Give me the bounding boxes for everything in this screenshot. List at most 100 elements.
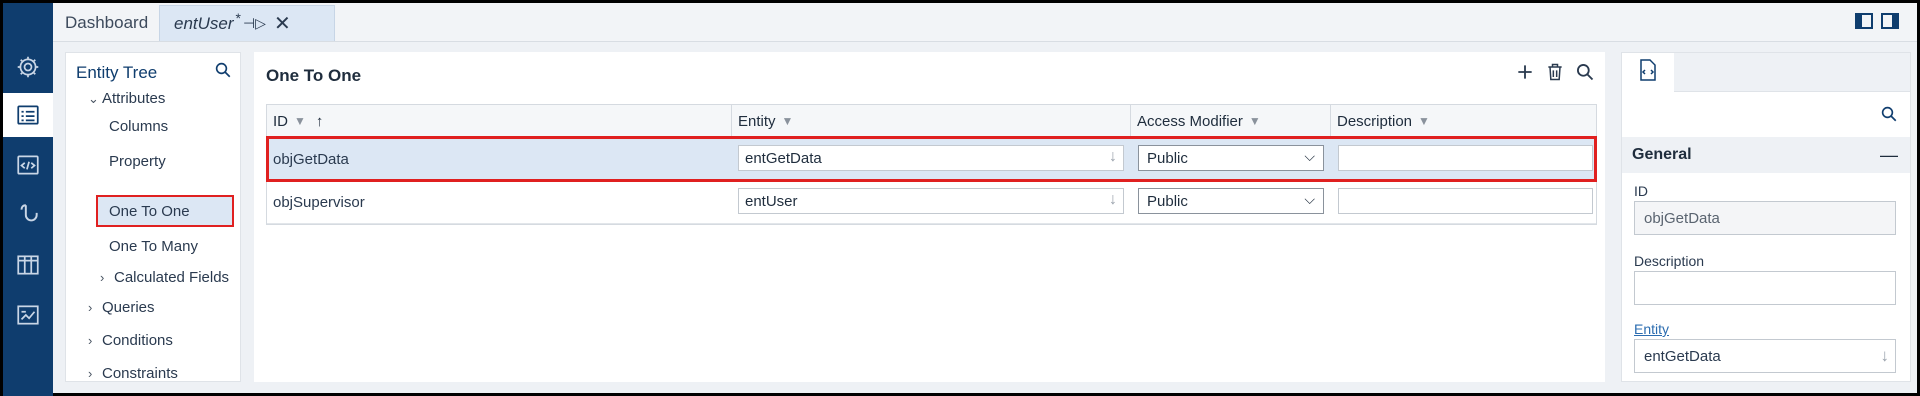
table-icon[interactable] — [3, 243, 53, 287]
chevron-right-icon[interactable]: › — [88, 366, 102, 381]
tree-node-one-to-one[interactable]: One To One — [109, 203, 190, 220]
tree-node-label: Queries — [102, 299, 155, 316]
left-panel-toggle-icon[interactable] — [1855, 13, 1873, 29]
chevron-down-icon: ⌵ — [1304, 148, 1315, 164]
entity-field-value: entUser — [745, 192, 798, 210]
tree-node-label: Attributes — [102, 90, 166, 107]
properties-tab-bar — [1674, 53, 1910, 92]
left-rail — [3, 3, 53, 396]
column-header-entity[interactable]: Entity ▼ — [732, 105, 1131, 137]
column-header-label: Access Modifier — [1137, 112, 1243, 130]
tab-entity-label: entUser — [174, 13, 234, 33]
description-field[interactable] — [1338, 188, 1593, 214]
tab-dashboard[interactable]: Dashboard — [65, 5, 148, 41]
entity-field[interactable]: entUser ↓ — [738, 188, 1124, 214]
delete-icon[interactable] — [1545, 62, 1565, 87]
column-header-label: ID — [273, 112, 288, 130]
arrow-down-icon[interactable]: ↓ — [1109, 148, 1117, 166]
chevron-right-icon[interactable]: › — [88, 333, 102, 348]
code-icon[interactable] — [3, 143, 53, 187]
tree-node-attributes[interactable]: ⌄ Attributes — [88, 90, 165, 107]
app-frame: Dashboard entUser * ⊣▷ ✕ Entity Tree ⌄ At… — [0, 0, 1920, 396]
filter-icon[interactable]: ▼ — [294, 114, 306, 128]
sort-ascending-icon[interactable]: ↑ — [316, 113, 324, 130]
tree-node-columns[interactable]: Columns — [109, 118, 168, 135]
tree-node-label: Property — [109, 153, 166, 170]
file-code-icon — [1639, 58, 1657, 86]
properties-tab[interactable] — [1622, 53, 1675, 91]
tree-node-calculated-fields[interactable]: › Calculated Fields — [100, 269, 229, 286]
filter-icon[interactable]: ▼ — [1249, 114, 1261, 128]
table-row[interactable]: objSupervisor entUser ↓ Public ⌵ — [267, 181, 1596, 224]
chart-icon[interactable] — [3, 293, 53, 337]
page-title: One To One — [266, 66, 362, 85]
pin-icon[interactable]: ⊣▷ — [243, 15, 266, 32]
search-icon[interactable] — [1575, 62, 1595, 87]
right-panel-toggle-icon[interactable] — [1881, 13, 1899, 29]
table-row[interactable]: objGetData entGetData ↓ Public ⌵ — [267, 138, 1596, 181]
tree-node-label: One To One — [109, 203, 190, 220]
entity-input-value: entGetData — [1644, 347, 1721, 365]
one-to-one-grid: ID ▼ ↑ Entity ▼ Access Modifier ▼ Descri… — [266, 104, 1597, 225]
column-header-access-modifier[interactable]: Access Modifier ▼ — [1131, 105, 1331, 137]
hook-icon[interactable] — [3, 193, 53, 237]
tab-entity[interactable]: entUser * ⊣▷ ✕ — [159, 5, 335, 41]
tree-node-property[interactable]: Property — [109, 153, 166, 170]
access-modifier-value: Public — [1147, 149, 1188, 167]
chevron-right-icon[interactable]: › — [88, 300, 102, 315]
entity-field[interactable]: entGetData ↓ — [738, 145, 1124, 171]
row-id: objGetData — [273, 150, 349, 168]
search-icon[interactable] — [214, 61, 232, 84]
entity-link[interactable]: Entity — [1634, 321, 1669, 337]
tree-node-conditions[interactable]: › Conditions — [88, 332, 173, 349]
chevron-right-icon[interactable]: › — [100, 270, 114, 285]
general-section-header[interactable]: General — — [1622, 137, 1910, 173]
collapse-icon[interactable]: — — [1880, 145, 1898, 166]
filter-icon[interactable]: ▼ — [1418, 114, 1430, 128]
chevron-down-icon: ⌵ — [1304, 191, 1315, 207]
description-input[interactable] — [1634, 271, 1896, 305]
arrow-down-icon[interactable]: ↓ — [1881, 346, 1890, 366]
row-id: objSupervisor — [273, 193, 365, 211]
properties-panel: General — ID objGetData Description Enti… — [1621, 52, 1911, 382]
tree-node-label: Calculated Fields — [114, 269, 230, 286]
tree-node-constraints[interactable]: › Constraints — [88, 365, 178, 381]
access-modifier-select[interactable]: Public ⌵ — [1138, 188, 1324, 214]
chevron-down-icon[interactable]: ⌄ — [88, 91, 102, 107]
entity-list-icon[interactable] — [3, 93, 53, 137]
main-panel: One To One ID ▼ ↑ Entity ▼ Access Modifi… — [254, 52, 1605, 382]
layout-toggles — [1855, 13, 1899, 29]
settings-icon[interactable] — [3, 45, 53, 89]
tree-node-label: Columns — [109, 118, 169, 135]
description-field[interactable] — [1338, 145, 1593, 171]
column-header-description[interactable]: Description ▼ — [1331, 105, 1596, 137]
arrow-down-icon[interactable]: ↓ — [1109, 191, 1117, 209]
column-header-label: Entity — [738, 112, 776, 130]
tree-node-one-to-many[interactable]: One To Many — [109, 238, 198, 255]
access-modifier-value: Public — [1147, 192, 1188, 210]
entity-input[interactable]: entGetData ↓ — [1634, 339, 1896, 373]
column-header-label: Description — [1337, 112, 1413, 130]
description-label: Description — [1634, 253, 1705, 269]
entity-field-value: entGetData — [745, 149, 822, 167]
add-icon[interactable] — [1515, 62, 1535, 87]
id-field: objGetData — [1634, 201, 1896, 235]
tree-node-label: Conditions — [102, 332, 173, 349]
tree-node-queries[interactable]: › Queries — [88, 299, 155, 316]
access-modifier-select[interactable]: Public ⌵ — [1138, 145, 1324, 171]
column-header-id[interactable]: ID ▼ ↑ — [267, 105, 732, 137]
id-label: ID — [1634, 183, 1648, 199]
entity-tree-panel: Entity Tree ⌄ Attributes Columns Property… — [65, 52, 241, 382]
tab-dashboard-label: Dashboard — [65, 13, 149, 32]
filter-icon[interactable]: ▼ — [782, 114, 794, 128]
grid-toolbar — [1515, 62, 1595, 87]
grid-header: ID ▼ ↑ Entity ▼ Access Modifier ▼ Descri… — [267, 105, 1596, 138]
entity-tree-title: Entity Tree — [76, 63, 158, 82]
close-icon[interactable]: ✕ — [274, 11, 291, 36]
tree-node-label: One To Many — [109, 238, 198, 255]
tab-bar: Dashboard entUser * ⊣▷ ✕ — [53, 3, 1917, 42]
search-icon[interactable] — [1880, 105, 1898, 128]
section-title: General — [1632, 146, 1692, 163]
modified-mark: * — [235, 9, 241, 26]
id-field-value: objGetData — [1644, 209, 1720, 227]
